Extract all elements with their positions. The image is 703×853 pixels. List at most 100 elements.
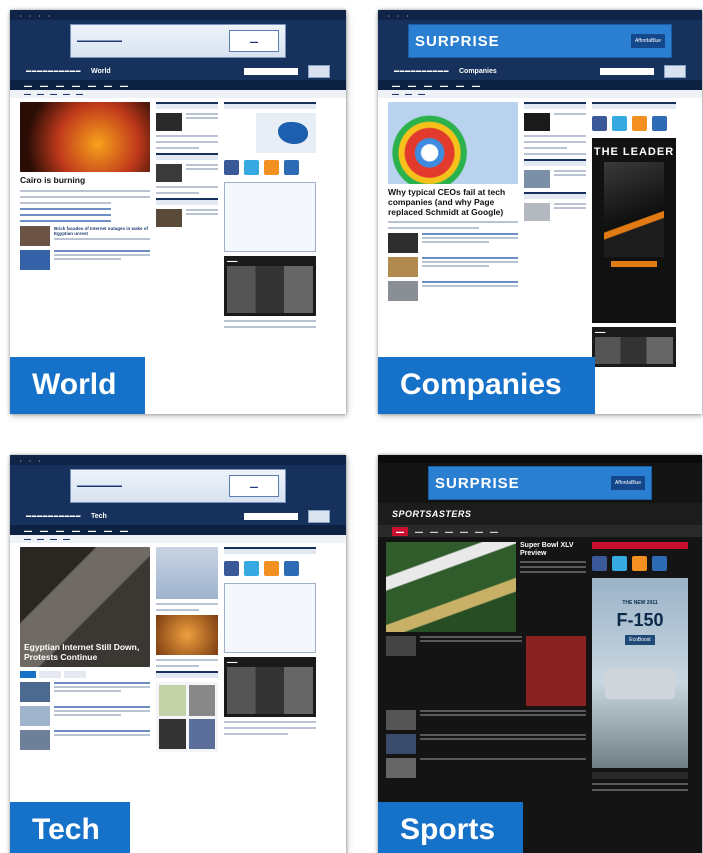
lead-headline[interactable]: Cairo is burning	[20, 175, 150, 186]
top-bar: • • •	[378, 10, 702, 20]
search-input[interactable]	[600, 67, 654, 75]
sub-nav: ▬▬ ▬▬ ▬▬	[378, 90, 702, 98]
brand-row: ▬▬▬▬▬▬▬▬▬▬ Companies	[378, 62, 702, 80]
story-thumb[interactable]	[156, 615, 218, 655]
top-bar: • • •	[10, 455, 346, 465]
ad-banner[interactable]: ▬▬▬▬▬▬▬▬▬ ▬▬	[70, 469, 286, 503]
main-column: Super Bowl XLV Preview	[386, 542, 586, 791]
site-header: • • • SURPRISE AffordaBlue ▬▬▬▬▬▬▬▬▬▬ Comp…	[378, 10, 702, 90]
ad-headline: SURPRISE	[415, 32, 500, 50]
rss-icon[interactable]	[264, 561, 279, 576]
facebook-icon[interactable]	[592, 116, 607, 131]
side-column: ▬▬▬	[224, 547, 316, 752]
facebook-icon[interactable]	[592, 556, 607, 571]
facebook-icon[interactable]	[224, 160, 239, 175]
tile-label: Companies	[378, 357, 595, 414]
email-icon[interactable]	[284, 561, 299, 576]
map-thumb[interactable]	[156, 547, 218, 599]
tile-label: Tech	[10, 802, 130, 853]
brand-row: SPORTSASTERS	[378, 503, 702, 525]
world-screenshot-tile[interactable]: • • • • ▬▬▬▬▬▬▬▬▬ ▬▬ ▬▬▬▬▬▬▬▬▬▬ World ▬▬ ▬▬ ▬…	[10, 10, 346, 414]
twitter-icon[interactable]	[612, 556, 627, 571]
top-bar	[378, 455, 702, 463]
site-header: • • • • ▬▬▬▬▬▬▬▬▬ ▬▬ ▬▬▬▬▬▬▬▬▬▬ World ▬▬ ▬▬ ▬…	[10, 10, 346, 90]
main-nav: ▬▬ ▬▬ ▬▬ ▬▬ ▬▬ ▬▬ ▬▬	[10, 80, 346, 90]
story-thumb	[20, 249, 50, 270]
video-box[interactable]: ▬▬▬	[592, 327, 676, 367]
site-logo[interactable]: ▬▬▬▬▬▬▬▬▬▬	[26, 514, 81, 519]
page-content: Cairo is burning Brick facades of Intern…	[10, 98, 346, 332]
site-logo[interactable]: ▬▬▬▬▬▬▬▬▬▬	[26, 69, 81, 74]
email-icon[interactable]	[652, 556, 667, 571]
twitter-icon[interactable]	[612, 116, 627, 131]
sub-nav: ▬▬ ▬▬ ▬▬ ▬▬ ▬▬	[10, 90, 346, 98]
search-input[interactable]	[244, 512, 298, 520]
world-map[interactable]	[224, 113, 316, 153]
lead-photo[interactable]	[386, 542, 516, 632]
middle-column	[156, 102, 218, 328]
lead-photo[interactable]: Egyptian Internet Still Down, Protests C…	[20, 547, 150, 667]
lead-photo[interactable]	[388, 102, 518, 184]
leader-ad[interactable]: THE LEADER	[592, 138, 676, 323]
leader-ad-button	[611, 261, 657, 267]
ad-tag: EcoBoost	[625, 635, 655, 645]
story-row[interactable]	[20, 249, 150, 270]
twitter-icon[interactable]	[244, 160, 259, 175]
page-content: Egyptian Internet Still Down, Protests C…	[10, 543, 346, 756]
rss-icon[interactable]	[632, 116, 647, 131]
ad-box: ▬▬	[229, 475, 279, 497]
tab[interactable]	[64, 671, 86, 678]
ford-ad[interactable]: THE NEW 2011 F-150 EcoBoost	[592, 578, 688, 768]
rss-icon[interactable]	[632, 556, 647, 571]
lead-headline: Super Bowl XLV Preview	[520, 542, 574, 558]
story-row[interactable]	[20, 682, 150, 702]
tech-screenshot-tile[interactable]: • • • ▬▬▬▬▬▬▬▬▬ ▬▬ ▬▬▬▬▬▬▬▬▬▬ Tech ▬▬ ▬▬ ▬▬ ▬…	[10, 455, 346, 853]
tile-label: World	[10, 357, 145, 414]
tab-active[interactable]	[20, 671, 36, 678]
story-thumb	[20, 225, 50, 246]
weather-widget	[308, 64, 330, 78]
social-icons	[592, 113, 676, 134]
email-icon[interactable]	[652, 116, 667, 131]
ad-big-text: F-150	[616, 610, 664, 630]
lead-headline[interactable]: Why typical CEOs fail at tech companies …	[388, 187, 518, 217]
page-content: Why typical CEOs fail at tech companies …	[378, 98, 702, 371]
story-row[interactable]	[20, 706, 150, 726]
top-bar: • • • •	[10, 10, 346, 20]
story-row[interactable]	[20, 730, 150, 750]
lead-headline: Egyptian Internet Still Down, Protests C…	[24, 642, 140, 663]
ad-banner[interactable]: ▬▬▬▬▬▬▬▬▬ ▬▬	[70, 24, 286, 58]
companies-screenshot-tile[interactable]: • • • SURPRISE AffordaBlue ▬▬▬▬▬▬▬▬▬▬ Comp…	[378, 10, 702, 414]
facebook-icon[interactable]	[224, 561, 239, 576]
ad-banner[interactable]: SURPRISE AffordaBlue	[408, 24, 672, 58]
ad-banner[interactable]: SURPRISE AffordaBlue	[428, 466, 652, 500]
email-icon[interactable]	[284, 160, 299, 175]
ad-brand: AffordaBlue	[630, 34, 665, 48]
ad-brand: AffordaBlue	[610, 476, 645, 490]
story-row[interactable]	[388, 233, 518, 254]
side-column: ▬▬▬	[224, 102, 316, 328]
video-box[interactable]: ▬▬▬	[224, 256, 316, 316]
video-box[interactable]: ▬▬▬	[224, 657, 316, 717]
twitter-icon[interactable]	[244, 561, 259, 576]
main-nav: ▬▬ ▬▬ ▬▬ ▬▬ ▬▬ ▬▬ ▬▬	[378, 525, 702, 537]
section-title: Tech	[91, 512, 107, 520]
story-row[interactable]: Brick facades of Internet outages in wak…	[20, 225, 150, 246]
main-nav: ▬▬ ▬▬ ▬▬ ▬▬ ▬▬ ▬▬ ▬▬	[10, 525, 346, 535]
weather-widget	[308, 509, 330, 523]
site-logo[interactable]: ▬▬▬▬▬▬▬▬▬▬	[394, 69, 449, 74]
story-row[interactable]	[388, 257, 518, 278]
tab[interactable]	[39, 671, 61, 678]
main-nav: ▬▬ ▬▬ ▬▬ ▬▬ ▬▬ ▬▬	[378, 80, 702, 90]
nav-home[interactable]: ▬▬	[392, 526, 408, 536]
story-headline: Brick facades of Internet outages in wak…	[54, 225, 149, 236]
page-content: Super Bowl XLV Preview THE NEW 2011 F-15…	[378, 537, 702, 796]
site-logo[interactable]: SPORTSASTERS	[392, 509, 471, 519]
search-input[interactable]	[244, 67, 298, 75]
rss-icon[interactable]	[264, 160, 279, 175]
lead-photo[interactable]	[20, 102, 150, 172]
sports-screenshot-tile[interactable]: SURPRISE AffordaBlue SPORTSASTERS ▬▬ ▬▬ ▬▬…	[378, 455, 702, 853]
lead-story[interactable]: Super Bowl XLV Preview	[386, 542, 586, 632]
story-row[interactable]	[388, 281, 518, 302]
tab-row	[20, 671, 150, 678]
